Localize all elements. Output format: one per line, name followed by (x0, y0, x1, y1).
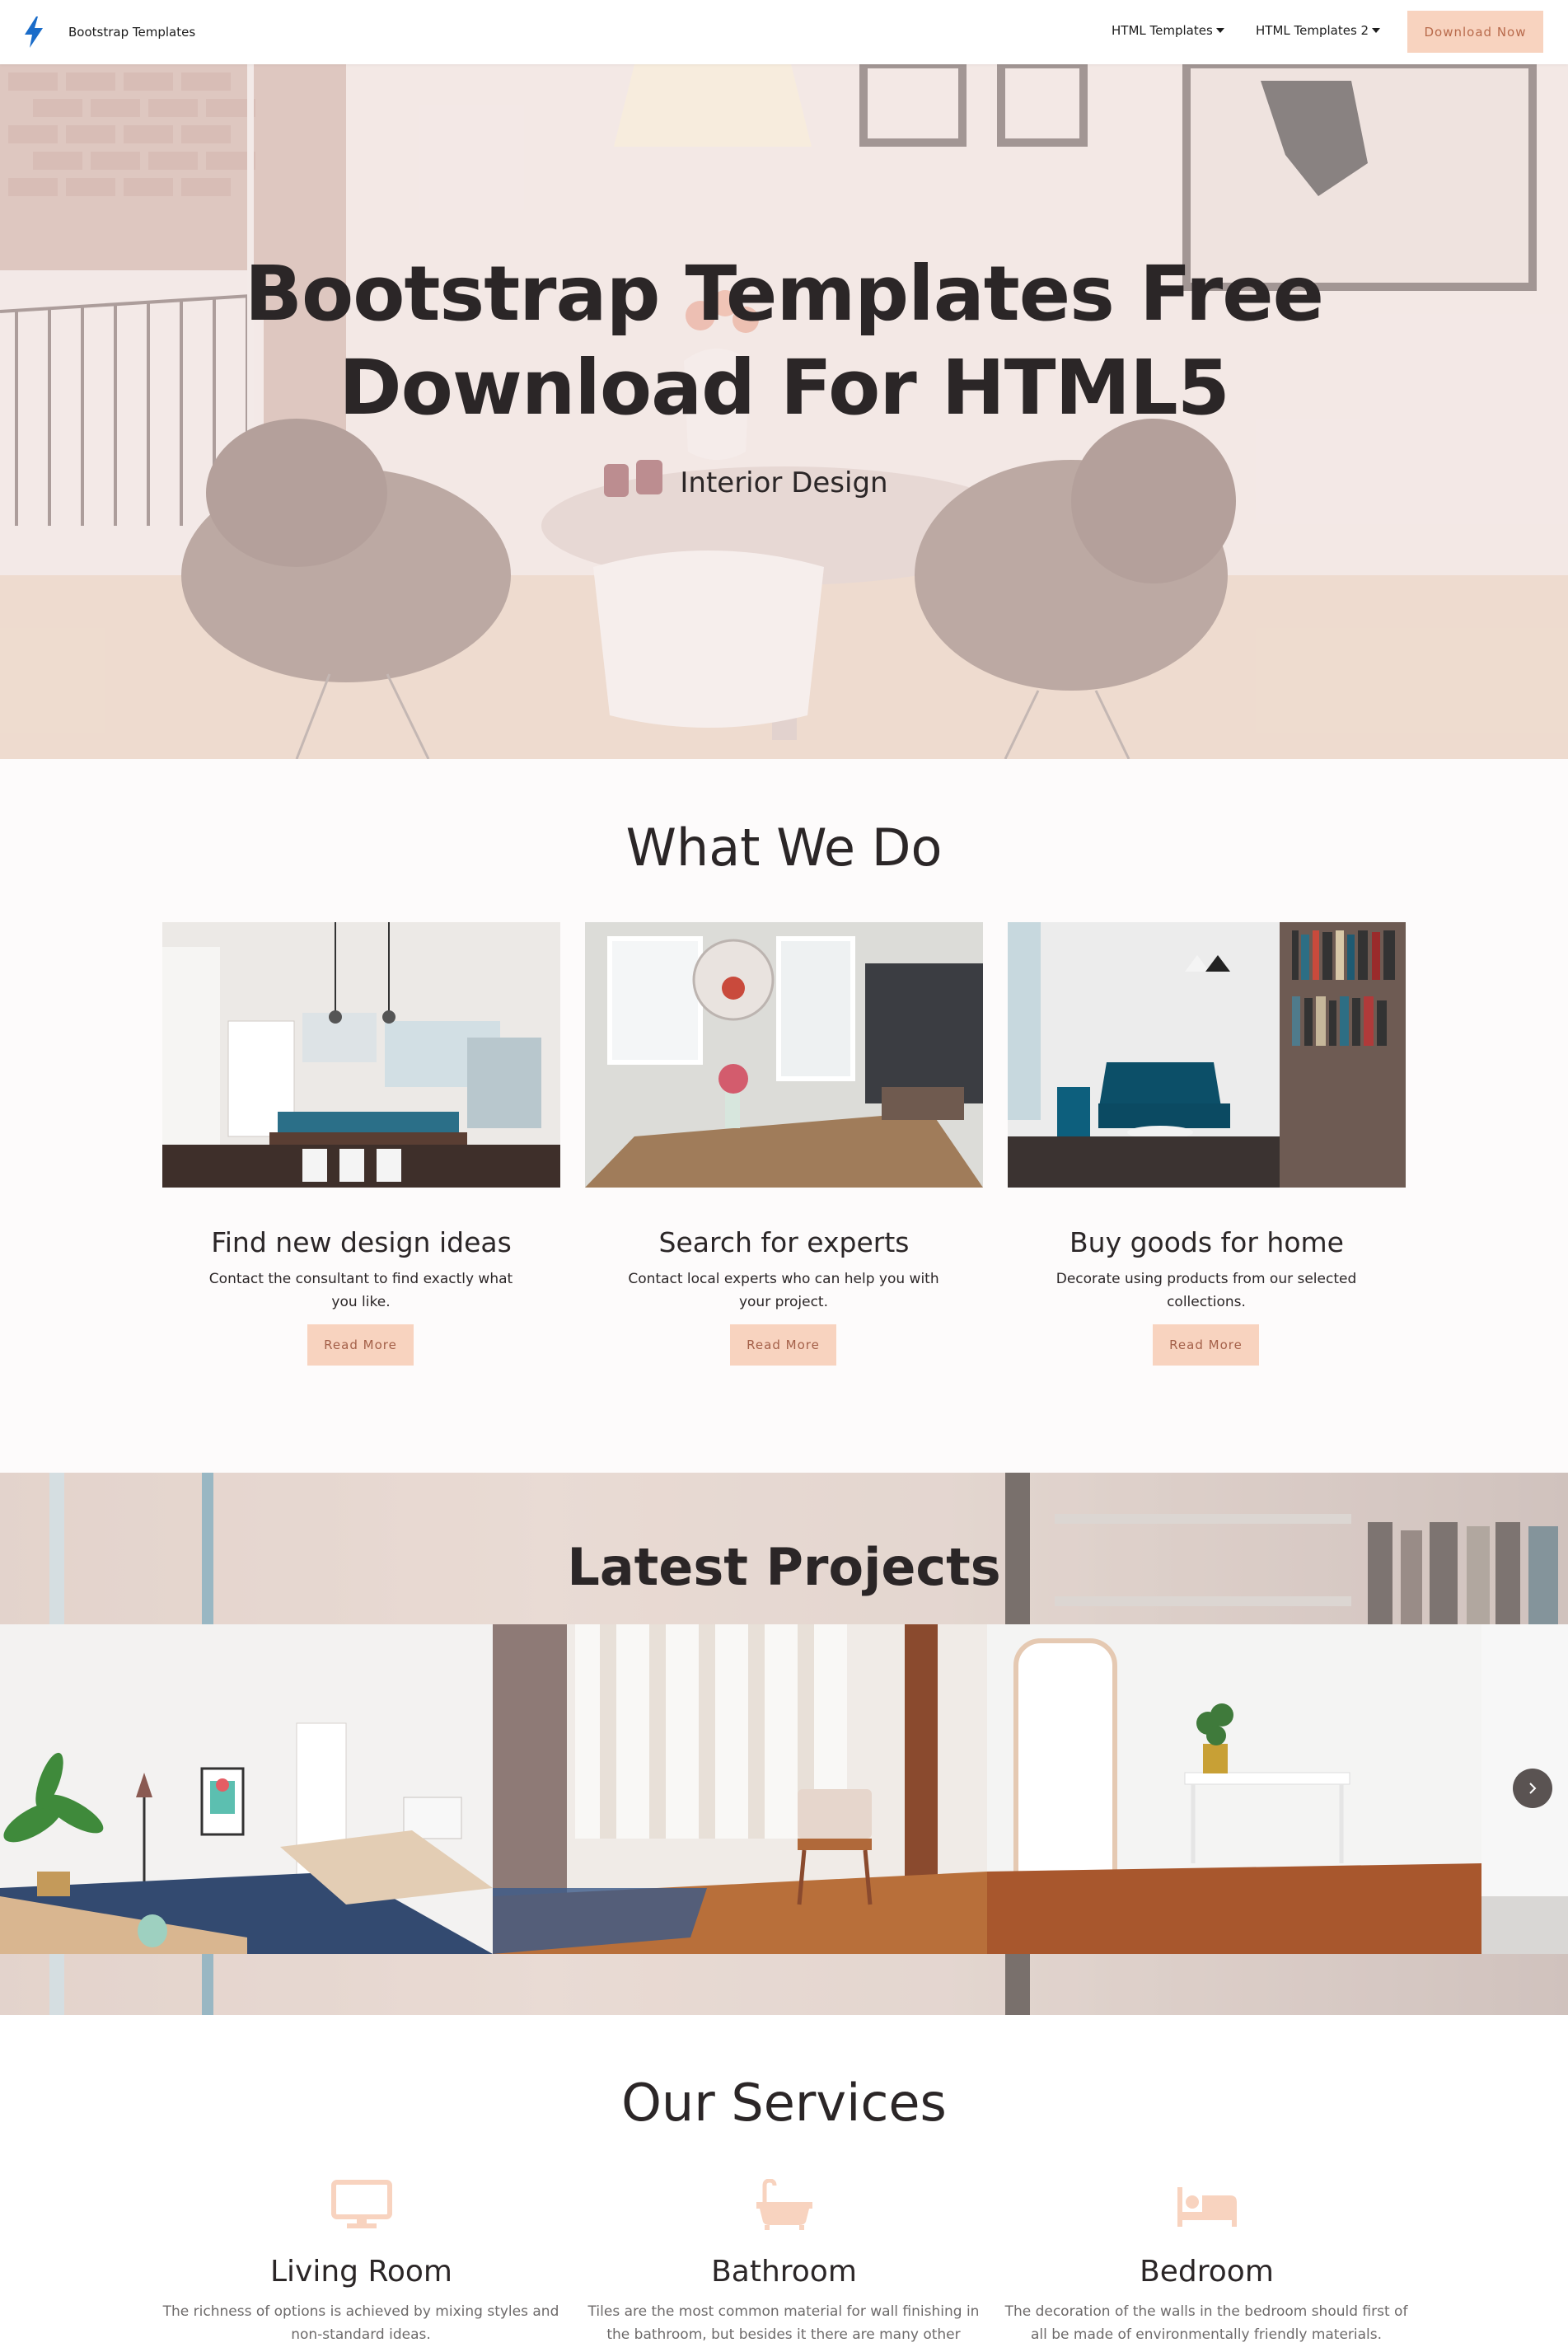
read-more-button-1[interactable]: Read More (307, 1324, 414, 1366)
lightning-bolt-icon (25, 16, 43, 48)
brand[interactable]: Bootstrap Templates (23, 16, 195, 48)
chevron-right-icon (1529, 1783, 1537, 1794)
hero-title-line-2: Download For HTML5 (339, 344, 1229, 432)
card-title-3: Buy goods for home (1070, 1226, 1344, 1258)
service-text-bedroom: The decoration of the walls in the bedro… (1004, 2303, 1408, 2343)
bathtub-icon (756, 2179, 812, 2230)
card-text-1: Contact the consultant to find exactly w… (208, 1271, 513, 1310)
nav-html-templates[interactable]: HTML Templates (1112, 23, 1224, 38)
navbar: Bootstrap Templates HTML Templates HTML … (0, 0, 1568, 64)
card-text-2: Contact local experts who can help you w… (628, 1271, 939, 1310)
caret-down-icon (1215, 28, 1224, 33)
card-image-kitchen (162, 922, 560, 1188)
card-text-3: Decorate using products from our selecte… (1055, 1271, 1357, 1310)
project-image-3[interactable] (987, 1624, 1481, 1954)
latest-projects-title: Latest Projects (567, 1537, 1001, 1597)
card-title-2: Search for experts (658, 1226, 910, 1258)
nav-html-templates-label: HTML Templates (1112, 23, 1213, 38)
read-more-button-2[interactable]: Read More (730, 1324, 836, 1366)
service-text-living-room: The richness of options is achieved by m… (162, 2303, 559, 2343)
project-image-1[interactable] (0, 1624, 493, 1954)
card-title-1: Find new design ideas (211, 1226, 512, 1258)
service-title-living-room: Living Room (270, 2255, 452, 2289)
bed-icon (1177, 2187, 1237, 2227)
hero-subtitle: Interior Design (680, 466, 888, 499)
card-image-dining (585, 922, 983, 1188)
hero-section: Bootstrap Templates Free Download For HT… (0, 64, 1568, 759)
hero-title: Bootstrap Templates Free Download For HT… (0, 247, 1568, 435)
service-title-bedroom: Bedroom (1140, 2255, 1274, 2289)
nav-html-templates-2-label: HTML Templates 2 (1256, 23, 1369, 38)
monitor-icon (330, 2180, 392, 2228)
brand-name: Bootstrap Templates (68, 25, 196, 40)
hero-title-line-1: Bootstrap Templates Free (244, 250, 1324, 338)
download-now-button[interactable]: Download Now (1407, 11, 1543, 53)
service-text-bathroom: Tiles are the most common material for w… (587, 2303, 980, 2343)
nav-html-templates-2[interactable]: HTML Templates 2 (1256, 23, 1381, 38)
our-services-title: Our Services (621, 2073, 947, 2133)
read-more-button-3[interactable]: Read More (1153, 1324, 1259, 1366)
service-title-bathroom: Bathroom (711, 2255, 857, 2289)
carousel-next-button[interactable] (1513, 1769, 1552, 1808)
caret-down-icon (1372, 28, 1381, 33)
project-image-2[interactable] (493, 1624, 987, 1954)
card-image-living (1008, 922, 1406, 1188)
what-we-do-title: What We Do (625, 818, 943, 878)
